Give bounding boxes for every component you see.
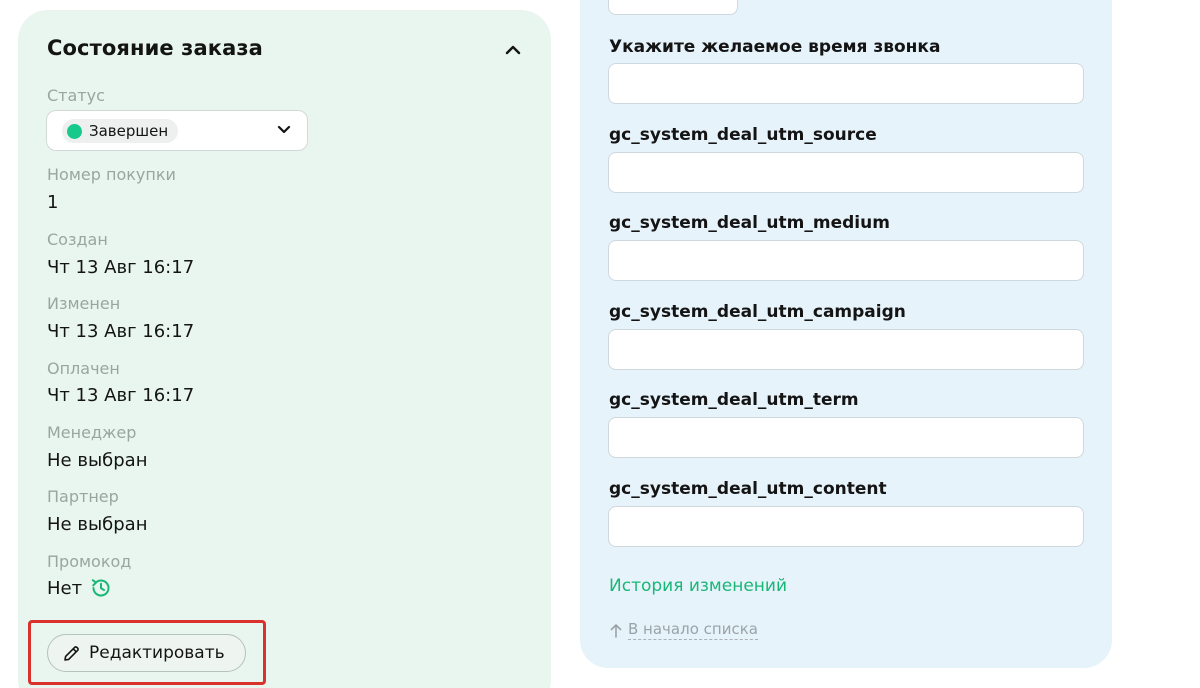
status-select[interactable]: Завершен <box>46 110 308 151</box>
arrow-up-icon <box>610 623 622 638</box>
status-dot-icon <box>67 123 82 139</box>
utm-term-text[interactable] <box>609 418 1083 457</box>
partner-label: Партнер <box>47 487 119 506</box>
chevron-down-icon <box>277 125 291 134</box>
status-badge: Завершен <box>62 119 179 143</box>
back-to-top-link[interactable]: В начало списка <box>610 620 758 640</box>
status-value: Завершен <box>89 122 169 140</box>
utm-medium-input[interactable] <box>608 240 1084 281</box>
promo-value: Нет <box>47 577 83 599</box>
paid-value: Чт 13 Авг 16:17 <box>47 385 195 406</box>
modified-value: Чт 13 Авг 16:17 <box>47 321 195 342</box>
edit-button[interactable]: Редактировать <box>47 634 246 672</box>
modified-label: Изменен <box>47 294 121 313</box>
utm-source-text[interactable] <box>609 153 1083 192</box>
utm-content-input[interactable] <box>608 506 1084 547</box>
utm-campaign-input[interactable] <box>608 329 1084 370</box>
field-label-utm-term: gc_system_deal_utm_term <box>609 390 859 410</box>
field-label-utm-medium: gc_system_deal_utm_medium <box>609 213 890 233</box>
promo-label: Промокод <box>47 552 132 571</box>
order-state-title: Состояние заказа <box>47 36 263 60</box>
manager-label: Менеджер <box>47 423 137 442</box>
field-label-utm-campaign: gc_system_deal_utm_campaign <box>609 302 906 322</box>
chevron-up-icon <box>505 45 521 55</box>
field-label-call-time: Укажите желаемое время звонка <box>609 37 941 57</box>
previous-field-text[interactable] <box>609 0 737 14</box>
purchase-number-label: Номер покупки <box>47 165 176 184</box>
field-label-utm-content: gc_system_deal_utm_content <box>609 479 887 499</box>
call-time-text[interactable] <box>609 64 1083 103</box>
edit-button-label: Редактировать <box>89 643 225 663</box>
promo-row: Нет <box>47 577 112 599</box>
utm-campaign-text[interactable] <box>609 330 1083 369</box>
collapse-button[interactable] <box>501 40 525 60</box>
field-label-utm-source: gc_system_deal_utm_source <box>609 125 877 145</box>
utm-term-input[interactable] <box>608 417 1084 458</box>
utm-medium-text[interactable] <box>609 241 1083 280</box>
status-label: Статус <box>47 86 105 105</box>
back-to-top-label: В начало списка <box>628 620 758 640</box>
change-history-link[interactable]: История изменений <box>609 576 787 596</box>
created-label: Создан <box>47 230 108 249</box>
history-icon[interactable] <box>90 577 112 599</box>
utm-content-text[interactable] <box>609 507 1083 546</box>
purchase-number-value: 1 <box>47 192 59 213</box>
utm-source-input[interactable] <box>608 152 1084 193</box>
pencil-icon <box>64 645 79 661</box>
created-value: Чт 13 Авг 16:17 <box>47 257 195 278</box>
partner-value: Не выбран <box>47 514 148 535</box>
manager-value: Не выбран <box>47 450 148 471</box>
previous-field-input[interactable] <box>608 0 738 15</box>
call-time-input[interactable] <box>608 63 1084 104</box>
paid-label: Оплачен <box>47 359 120 378</box>
